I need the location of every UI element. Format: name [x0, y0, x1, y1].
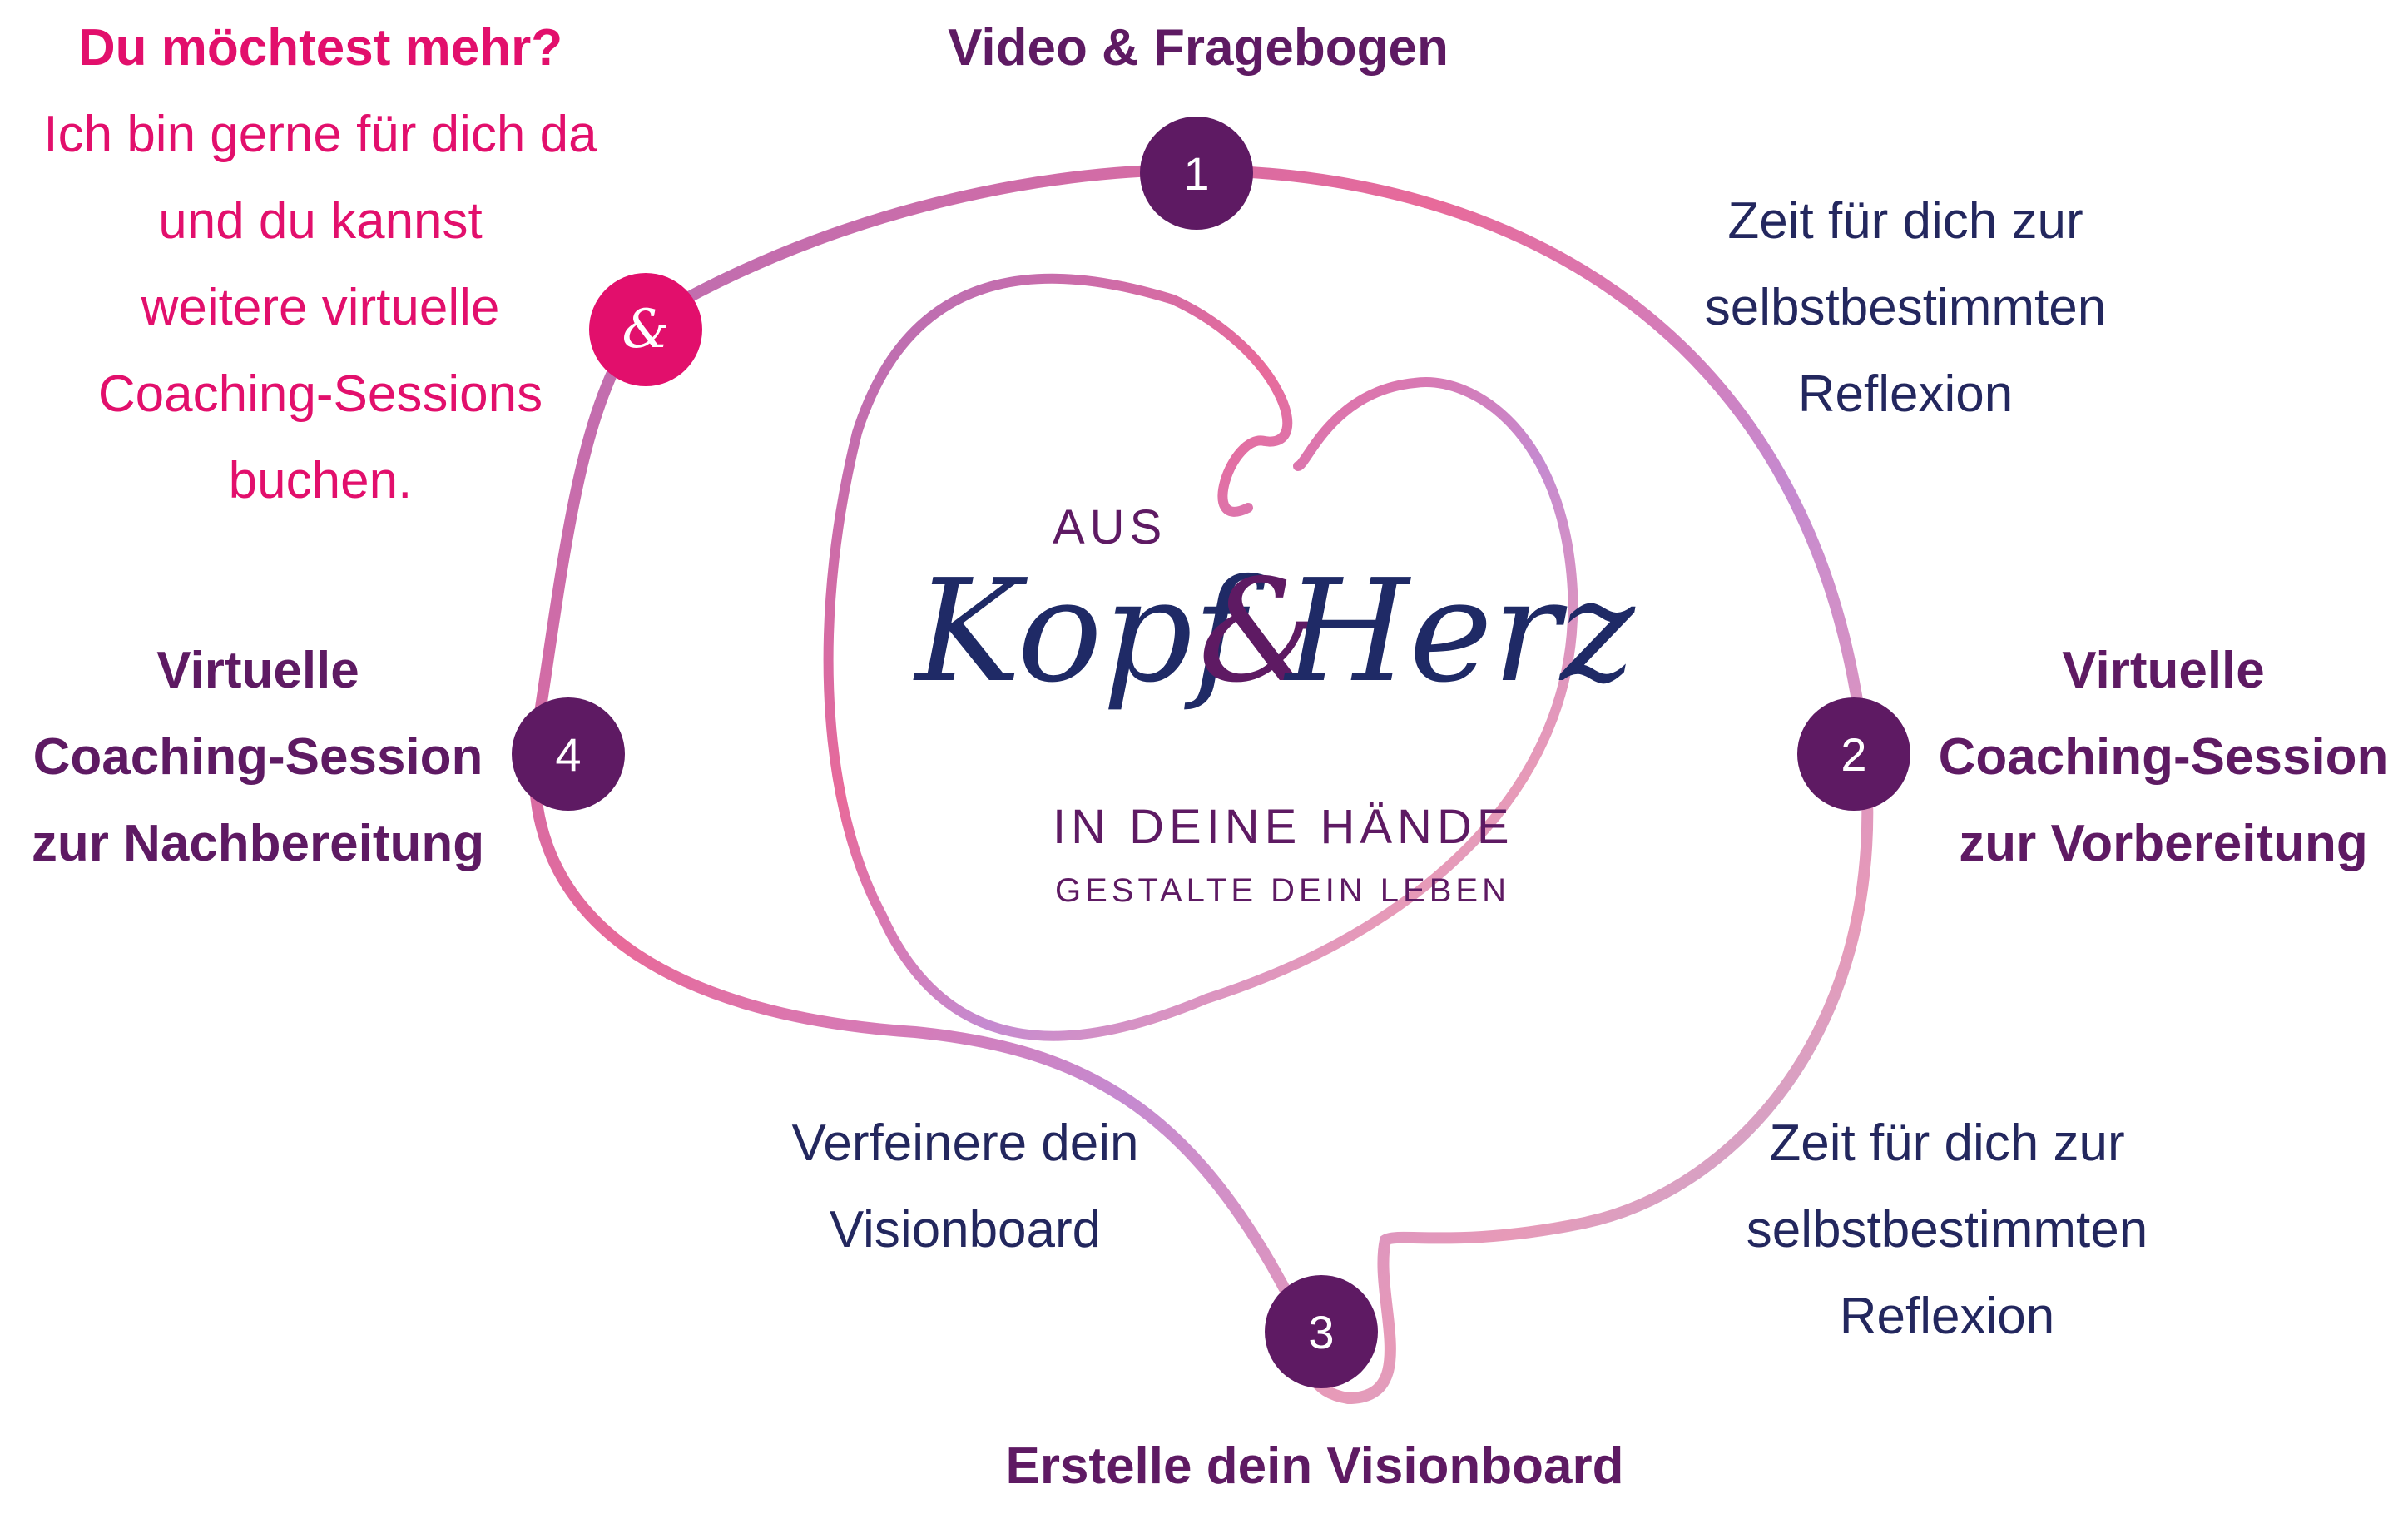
- step-4-node: 4: [512, 697, 625, 811]
- logo-aus: AUS: [1053, 500, 1167, 554]
- coaching-process-diagram: 1 2 3 4 & Video & Fragebogen Zeit für di…: [0, 0, 2408, 1514]
- step-3-title: Erstelle dein Visionboard: [1005, 1437, 1624, 1495]
- reflection-note-top: Zeit für dich zur selbstbestimmten Refle…: [1704, 192, 2107, 423]
- step-2-node: 2: [1797, 697, 1910, 811]
- step-2-number: 2: [1841, 727, 1867, 781]
- extra-sessions-title: Du möchtest mehr?: [77, 19, 563, 77]
- step-4-title: Virtuelle Coaching-Session zur Nachberei…: [31, 642, 485, 872]
- reflection-note-bottom: Zeit für dich zur selbstbestimmten Refle…: [1746, 1114, 2148, 1345]
- step-2-title: Virtuelle Coaching-Session zur Vorbereit…: [1938, 642, 2389, 872]
- step-3-node: 3: [1265, 1275, 1378, 1388]
- refine-visionboard-note: Verfeinere dein Visionboard: [791, 1114, 1139, 1258]
- step-1-node: 1: [1140, 117, 1253, 230]
- step-1-title: Video & Fragebogen: [948, 19, 1449, 77]
- step-4-number: 4: [555, 727, 582, 781]
- step-1-number: 1: [1183, 146, 1210, 200]
- step-3-number: 3: [1308, 1305, 1335, 1358]
- logo-word-kopf: Kopf: [915, 549, 1246, 714]
- logo-line-1: IN DEINE HÄNDE: [1053, 800, 1514, 854]
- logo-word-herz: Herz: [1286, 549, 1635, 714]
- extra-sessions-text: Du möchtest mehr? Ich bin gerne für dich…: [0, 5, 641, 524]
- logo-line-2: GESTALTE DEIN LEBEN: [1055, 872, 1510, 909]
